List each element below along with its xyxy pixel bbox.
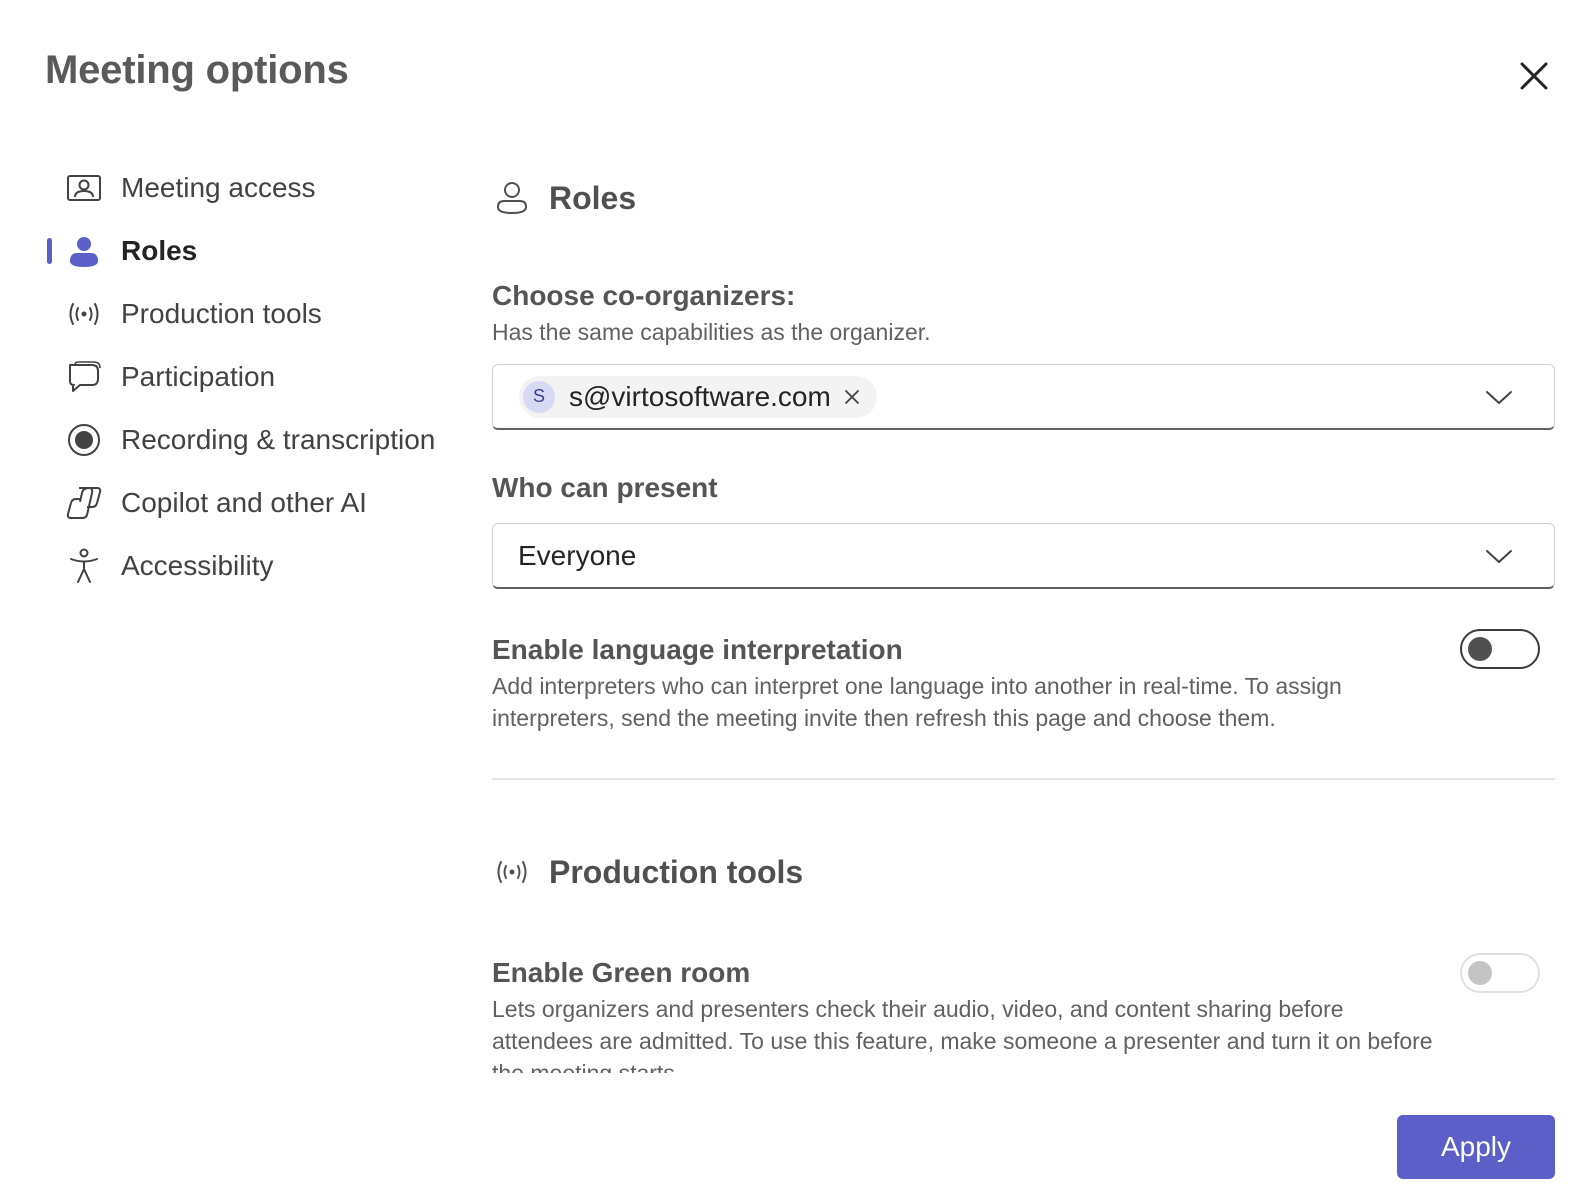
chevron-down-icon bbox=[1486, 549, 1512, 563]
avatar: S bbox=[523, 380, 555, 413]
who-can-present-dropdown[interactable]: Everyone bbox=[492, 523, 1555, 589]
chat-bubble-icon bbox=[64, 357, 104, 397]
sidebar-item-participation[interactable]: Participation bbox=[0, 345, 470, 408]
roles-section-title: Roles bbox=[549, 179, 637, 216]
sidebar-item-production-tools[interactable]: Production tools bbox=[0, 282, 470, 345]
sidebar-item-label: Production tools bbox=[121, 297, 322, 329]
sidebar-item-label: Participation bbox=[121, 360, 276, 392]
broadcast-icon bbox=[492, 852, 532, 892]
co-organizers-label: Choose co-organizers: bbox=[492, 280, 796, 311]
sidebar-item-label: Accessibility bbox=[121, 549, 274, 581]
toggle-knob bbox=[1468, 961, 1492, 985]
copilot-icon bbox=[64, 483, 104, 523]
green-room-toggle[interactable] bbox=[1460, 953, 1540, 993]
meeting-access-icon bbox=[64, 168, 104, 208]
green-room-label: Enable Green room bbox=[492, 957, 751, 988]
co-organizers-help: Has the same capabilities as the organiz… bbox=[492, 319, 931, 345]
apply-button[interactable]: Apply bbox=[1397, 1115, 1555, 1179]
language-interpretation-toggle[interactable] bbox=[1460, 629, 1540, 669]
language-interpretation-label: Enable language interpretation bbox=[492, 634, 903, 665]
record-icon bbox=[64, 420, 104, 460]
language-interpretation-help: Add interpreters who can interpret one l… bbox=[492, 673, 1342, 731]
sidebar-item-label: Recording & transcription bbox=[121, 423, 436, 455]
toggle-knob bbox=[1468, 637, 1492, 661]
sidebar-item-roles[interactable]: Roles bbox=[0, 219, 470, 282]
who-can-present-value: Everyone bbox=[518, 539, 637, 571]
sidebar-nav: Meeting access Roles Production tools Pa… bbox=[0, 156, 470, 597]
green-room-help: Lets organizers and presenters check the… bbox=[492, 996, 1433, 1073]
sidebar-item-label: Meeting access bbox=[121, 171, 316, 203]
person-icon bbox=[64, 231, 104, 271]
close-icon bbox=[844, 389, 859, 404]
dialog-title: Meeting options bbox=[45, 48, 349, 92]
broadcast-icon bbox=[64, 294, 104, 334]
sidebar-item-recording[interactable]: Recording & transcription bbox=[0, 408, 470, 471]
production-tools-section-header: Production tools bbox=[492, 852, 803, 892]
who-can-present-label: Who can present bbox=[492, 472, 718, 503]
chip-remove-button[interactable] bbox=[843, 388, 861, 406]
person-outline-icon bbox=[492, 178, 532, 218]
co-organizer-chip: S s@virtosoftware.com bbox=[519, 375, 877, 418]
chip-email: s@virtosoftware.com bbox=[569, 380, 831, 412]
accessibility-icon bbox=[64, 546, 104, 586]
roles-section-header: Roles bbox=[492, 178, 636, 218]
close-button[interactable] bbox=[1514, 56, 1554, 96]
active-indicator bbox=[47, 237, 52, 264]
sidebar-item-accessibility[interactable]: Accessibility bbox=[0, 534, 470, 597]
sidebar-item-copilot[interactable]: Copilot and other AI bbox=[0, 471, 470, 534]
section-divider bbox=[492, 778, 1555, 780]
sidebar-item-label: Copilot and other AI bbox=[121, 486, 367, 518]
co-organizers-picker[interactable]: S s@virtosoftware.com bbox=[492, 364, 1555, 430]
chevron-down-icon bbox=[1486, 390, 1512, 404]
green-room-help-clip: Lets organizers and presenters check the… bbox=[492, 993, 1555, 1073]
meeting-options-dialog: Meeting options Meeting access Roles Pro… bbox=[0, 0, 1594, 1200]
production-tools-section-title: Production tools bbox=[549, 853, 804, 890]
sidebar-item-label: Roles bbox=[121, 234, 198, 266]
sidebar-item-meeting-access[interactable]: Meeting access bbox=[0, 156, 470, 219]
close-icon bbox=[1520, 62, 1548, 90]
